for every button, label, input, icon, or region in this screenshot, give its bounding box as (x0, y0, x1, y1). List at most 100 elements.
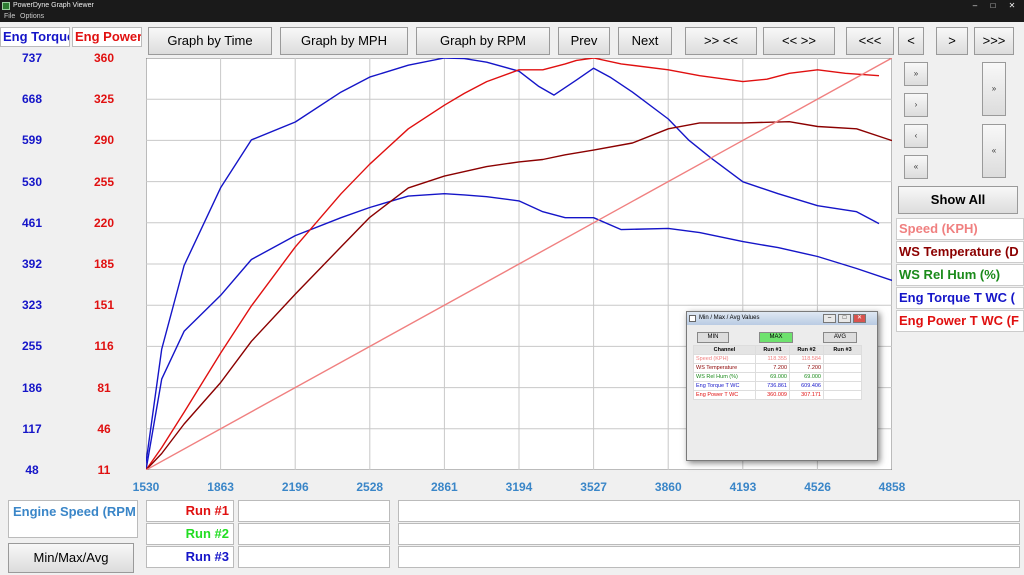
x-channel-select[interactable]: Engine Speed (RPM (8, 500, 138, 538)
min-max-avg-table: Channel Run #1 Run #2 Run #3 Speed (KPH)… (693, 345, 862, 400)
legend-ws-temperature[interactable]: WS Temperature (D (896, 241, 1024, 263)
rpm-tick-label: 4858 (878, 480, 906, 494)
row-run-3 (823, 354, 862, 364)
col-run-1: Run #1 (755, 345, 790, 355)
torque-tick-label: 392 (21, 257, 43, 271)
min-max-avg-dialog: Min / Max / Avg Values – □ ✕ MIN MAX AVG… (686, 311, 878, 461)
rpm-tick-label: 2196 (281, 480, 309, 494)
torque-axis-header: Eng Torque (0, 27, 70, 47)
offset-down-button[interactable]: « (982, 124, 1006, 178)
power-tick-label: 255 (93, 174, 115, 189)
row-channel: WS Temperature (693, 363, 756, 373)
scroll-right-button[interactable]: > (936, 27, 968, 55)
power-tick-label: 185 (93, 257, 115, 271)
table-row: WS Rel Hum (%) 69.000 69.000 (693, 372, 862, 382)
scroll-far-left-button[interactable]: <<< (846, 27, 894, 55)
legend-ws-rel-hum[interactable]: WS Rel Hum (%) (896, 264, 1024, 286)
rpm-tick-label: 1863 (207, 480, 234, 494)
row-run-1: 7.200 (755, 363, 790, 373)
power-tick-label: 11 (97, 463, 111, 477)
table-row: Speed (KPH) 118.355 118.584 (693, 354, 862, 364)
row-run-1: 736.861 (755, 381, 790, 391)
row-channel: WS Rel Hum (%) (693, 372, 756, 382)
torque-tick-label: 323 (21, 298, 43, 313)
table-row: WS Temperature 7.200 7.200 (693, 363, 862, 373)
show-all-button[interactable]: Show All (898, 186, 1018, 214)
menu-file[interactable]: File (4, 12, 15, 22)
torque-tick-label: 461 (21, 215, 43, 230)
dialog-title: Min / Max / Avg Values (699, 315, 760, 321)
row-run-3 (823, 390, 862, 400)
torque-tick-label: 255 (21, 339, 43, 354)
row-run-1: 360.009 (755, 390, 790, 400)
power-tick-label: 81 (97, 380, 111, 395)
row-run-2: 69.000 (789, 372, 824, 382)
run-3-file[interactable] (238, 546, 390, 568)
window-title: PowerDyne Graph Viewer (13, 2, 94, 9)
power-tick-label: 46 (97, 421, 111, 436)
graph-by-mph-button[interactable]: Graph by MPH (280, 27, 408, 55)
power-tick-label: 360 (93, 51, 115, 65)
tab-max[interactable]: MAX (759, 332, 793, 343)
zoom-out-button[interactable]: << >> (763, 27, 835, 55)
menu-options[interactable]: Options (20, 12, 44, 22)
rpm-tick-label: 3860 (654, 480, 682, 494)
power-tick-label: 151 (93, 298, 115, 313)
scale-up-button[interactable]: › (904, 93, 928, 117)
run-3-label[interactable]: Run #3 (146, 546, 234, 568)
power-tick-label: 325 (93, 92, 115, 107)
offset-up-button[interactable]: » (982, 62, 1006, 116)
dialog-app-icon (689, 315, 696, 322)
scroll-left-button[interactable]: < (898, 27, 924, 55)
menu-bar: File Options (0, 12, 1024, 22)
run-1-notes[interactable] (398, 500, 1020, 522)
scale-up-fast-button[interactable]: » (904, 62, 928, 86)
rpm-tick-label: 4193 (729, 480, 757, 494)
run-2-notes[interactable] (398, 523, 1020, 545)
row-run-3 (823, 363, 862, 373)
rpm-tick-label: 2528 (356, 480, 384, 494)
power-tick-label: 220 (93, 215, 115, 230)
dialog-maximize-icon[interactable]: □ (838, 314, 851, 323)
row-run-2: 7.200 (789, 363, 824, 373)
row-channel: Eng Power T WC (693, 390, 756, 400)
graph-by-time-button[interactable]: Graph by Time (148, 27, 272, 55)
torque-tick-label: 186 (21, 380, 43, 395)
legend-eng-torque[interactable]: Eng Torque T WC ( (896, 287, 1024, 309)
title-bar: PowerDyne Graph Viewer – □ ✕ (0, 0, 1024, 12)
tab-min[interactable]: MIN (697, 332, 729, 343)
rpm-tick-label: 3194 (505, 480, 533, 494)
row-run-1: 118.355 (755, 354, 790, 364)
run-1-file[interactable] (238, 500, 390, 522)
power-axis-header: Eng Power (72, 27, 142, 47)
zoom-in-button[interactable]: >> << (685, 27, 757, 55)
row-channel: Speed (KPH) (693, 354, 756, 364)
tab-avg[interactable]: AVG (823, 332, 857, 343)
rpm-tick-label: 3527 (580, 480, 607, 494)
close-icon[interactable]: ✕ (1005, 1, 1019, 11)
legend-speed-kph[interactable]: Speed (KPH) (896, 218, 1024, 240)
scroll-far-right-button[interactable]: >>> (974, 27, 1014, 55)
row-run-3 (823, 372, 862, 382)
legend-eng-power[interactable]: Eng Power T WC (F (896, 310, 1024, 332)
run-2-file[interactable] (238, 523, 390, 545)
dialog-minimize-icon[interactable]: – (823, 314, 836, 323)
run-3-notes[interactable] (398, 546, 1020, 568)
next-button[interactable]: Next (618, 27, 672, 55)
minimize-icon[interactable]: – (968, 1, 982, 11)
col-channel: Channel (693, 345, 756, 355)
graph-by-rpm-button[interactable]: Graph by RPM (416, 27, 550, 55)
min-max-avg-button[interactable]: Min/Max/Avg (8, 543, 134, 573)
rpm-tick-label: 2861 (430, 480, 458, 494)
run-1-label[interactable]: Run #1 (146, 500, 234, 522)
scale-down-fast-button[interactable]: « (904, 155, 928, 179)
dialog-close-icon[interactable]: ✕ (853, 314, 866, 323)
torque-tick-label: 737 (21, 51, 43, 65)
maximize-icon[interactable]: □ (986, 1, 1000, 11)
run-2-label[interactable]: Run #2 (146, 523, 234, 545)
torque-tick-label: 48 (25, 463, 39, 477)
scale-down-button[interactable]: ‹ (904, 124, 928, 148)
power-tick-label: 290 (93, 133, 115, 148)
prev-button[interactable]: Prev (558, 27, 610, 55)
rpm-tick-label: 1530 (132, 480, 160, 494)
